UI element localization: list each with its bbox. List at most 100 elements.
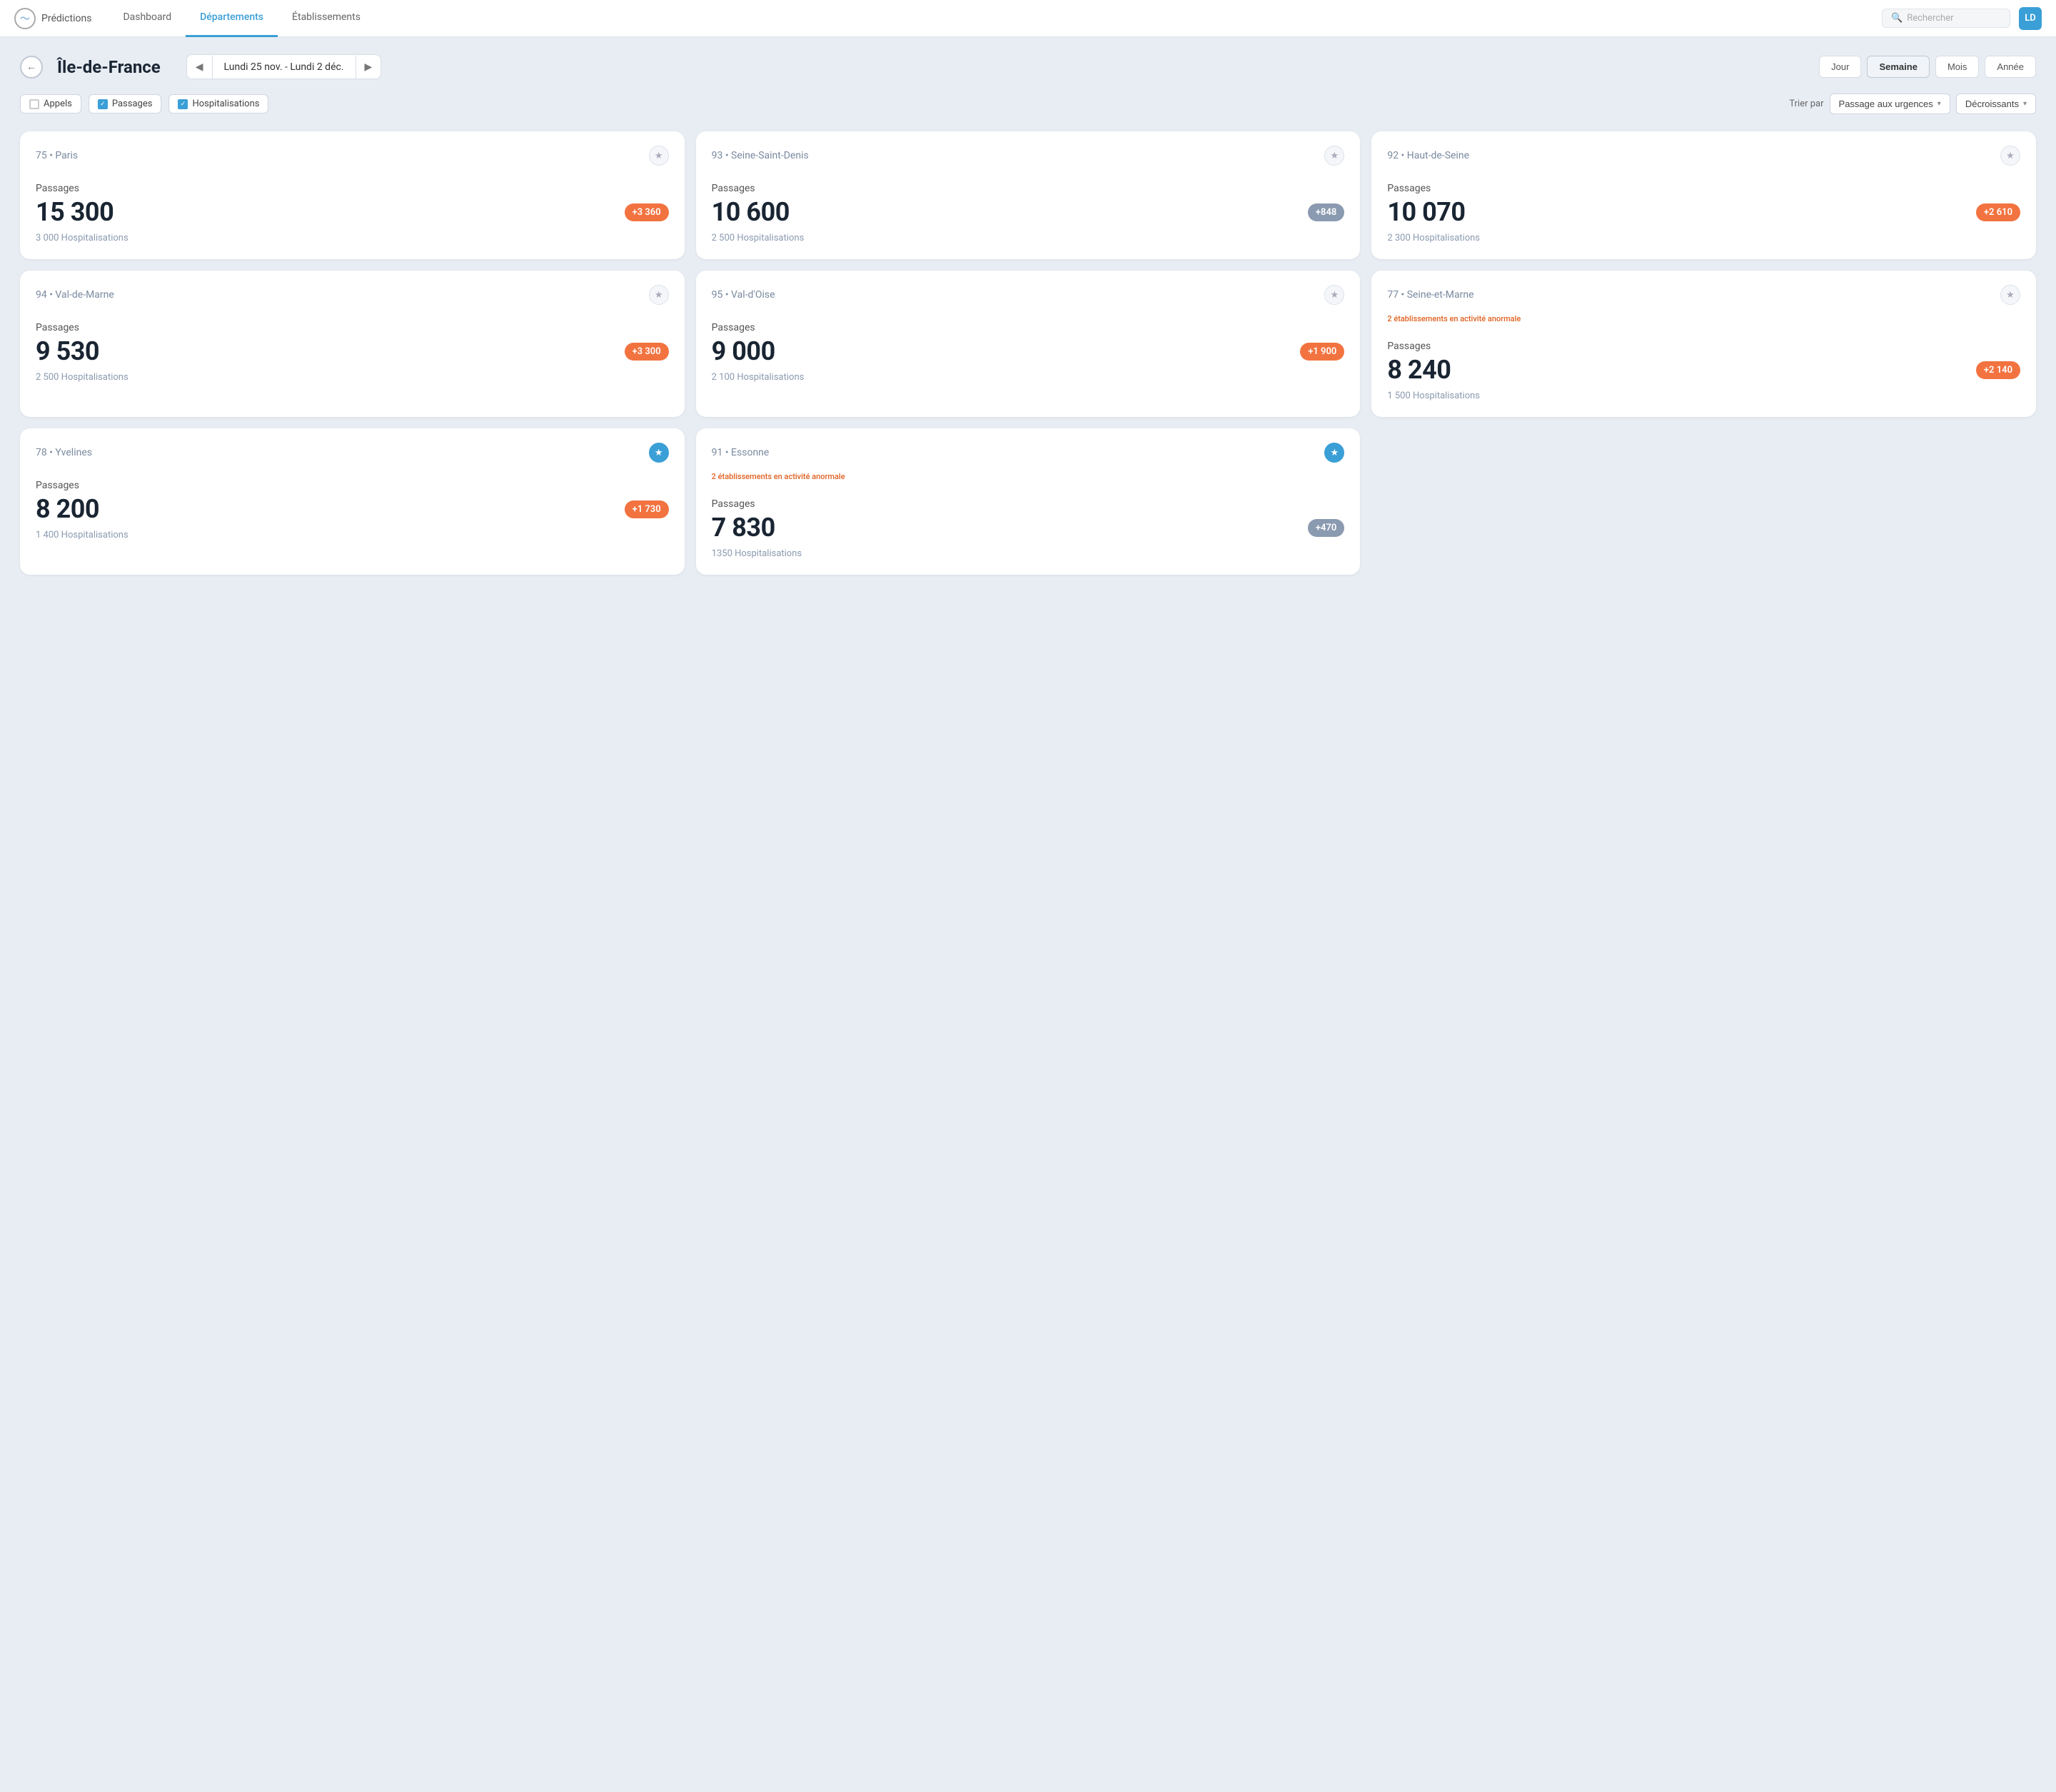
card-header: 94 • Val-de-Marne ★ bbox=[36, 285, 669, 305]
dept-label: 91 • Essonne bbox=[712, 447, 770, 458]
delta-badge: +2 140 bbox=[1976, 361, 2020, 379]
delta-badge: +1 730 bbox=[625, 500, 669, 518]
card-header: 75 • Paris ★ bbox=[36, 146, 669, 166]
date-prev-button[interactable]: ◀ bbox=[187, 55, 212, 79]
card-header: 78 • Yvelines ★ bbox=[36, 443, 669, 463]
metric-label: Passages bbox=[712, 183, 1345, 194]
dept-label: 75 • Paris bbox=[36, 150, 78, 161]
star-button[interactable]: ★ bbox=[1324, 146, 1344, 166]
delta-badge: +1 900 bbox=[1300, 343, 1344, 361]
metric-label: Passages bbox=[712, 322, 1345, 333]
back-button[interactable]: ← bbox=[20, 56, 43, 79]
period-semaine[interactable]: Semaine bbox=[1867, 56, 1929, 78]
filter-hospitalisations[interactable]: ✓ Hospitalisations bbox=[168, 94, 268, 114]
app-name: Prédictions bbox=[41, 13, 91, 24]
search-icon: 🔍 bbox=[1891, 13, 1903, 24]
dept-label: 92 • Haut-de-Seine bbox=[1387, 150, 1469, 161]
period-jour[interactable]: Jour bbox=[1819, 56, 1861, 78]
anomaly-badge: 2 établissements en activité anormale bbox=[1387, 314, 1521, 323]
metric-row: 10 600 +848 bbox=[712, 197, 1345, 227]
metric-label: Passages bbox=[712, 498, 1345, 510]
metric-row: 8 240 +2 140 bbox=[1387, 355, 2020, 385]
star-button[interactable]: ★ bbox=[649, 146, 669, 166]
navbar: 〜 Prédictions Dashboard Départements Éta… bbox=[0, 0, 2056, 37]
period-annee[interactable]: Année bbox=[1985, 56, 2036, 78]
delta-badge: +470 bbox=[1308, 519, 1344, 537]
date-nav: ◀ Lundi 25 nov. - Lundi 2 déc. ▶ bbox=[186, 54, 382, 79]
star-button[interactable]: ★ bbox=[1324, 443, 1344, 463]
filter-appels-label: Appels bbox=[44, 99, 72, 109]
sort-by-button[interactable]: Passage aux urgences bbox=[1830, 94, 1950, 114]
card-sub: 2 500 Hospitalisations bbox=[36, 372, 669, 383]
card-sub: 1 500 Hospitalisations bbox=[1387, 391, 2020, 401]
card-sub: 2 300 Hospitalisations bbox=[1387, 233, 2020, 243]
filter-appels[interactable]: Appels bbox=[20, 94, 81, 114]
checkbox-appels bbox=[29, 99, 39, 109]
date-label: Lundi 25 nov. - Lundi 2 déc. bbox=[212, 56, 356, 79]
star-button[interactable]: ★ bbox=[1324, 285, 1344, 305]
checkbox-hospitalisations: ✓ bbox=[178, 99, 188, 109]
card-sub: 2 500 Hospitalisations bbox=[712, 233, 1345, 243]
card-sub: 2 100 Hospitalisations bbox=[712, 372, 1345, 383]
filter-bar: Appels ✓ Passages ✓ Hospitalisations Tri… bbox=[20, 94, 2036, 114]
dept-card[interactable]: 75 • Paris ★ Passages 15 300 +3 360 3 00… bbox=[20, 131, 685, 259]
card-header: 95 • Val-d'Oise ★ bbox=[712, 285, 1345, 305]
metric-value: 8 240 bbox=[1387, 355, 1451, 385]
dept-card[interactable]: 94 • Val-de-Marne ★ Passages 9 530 +3 30… bbox=[20, 271, 685, 417]
metric-label: Passages bbox=[36, 322, 669, 333]
dept-card[interactable]: 93 • Seine-Saint-Denis ★ Passages 10 600… bbox=[696, 131, 1361, 259]
metric-row: 10 070 +2 610 bbox=[1387, 197, 2020, 227]
metric-value: 8 200 bbox=[36, 494, 99, 524]
nav-departements[interactable]: Départements bbox=[186, 0, 278, 37]
search-box[interactable]: 🔍 Rechercher bbox=[1882, 9, 2010, 28]
card-sub: 1 400 Hospitalisations bbox=[36, 530, 669, 540]
nav-etablissements[interactable]: Établissements bbox=[278, 0, 375, 37]
metric-row: 9 000 +1 900 bbox=[712, 336, 1345, 366]
user-avatar[interactable]: LD bbox=[2019, 7, 2042, 30]
anomaly-badge: 2 établissements en activité anormale bbox=[712, 472, 845, 481]
delta-badge: +2 610 bbox=[1976, 203, 2020, 221]
star-button[interactable]: ★ bbox=[649, 285, 669, 305]
metric-label: Passages bbox=[36, 183, 669, 194]
nav-links: Dashboard Départements Établissements bbox=[109, 0, 1865, 37]
star-button[interactable]: ★ bbox=[2000, 285, 2020, 305]
card-sub: 3 000 Hospitalisations bbox=[36, 233, 669, 243]
app-logo[interactable]: 〜 Prédictions bbox=[14, 8, 91, 29]
metric-value: 15 300 bbox=[36, 197, 114, 227]
cards-grid: 75 • Paris ★ Passages 15 300 +3 360 3 00… bbox=[20, 131, 2036, 575]
filter-hospitalisations-label: Hospitalisations bbox=[192, 99, 259, 109]
date-next-button[interactable]: ▶ bbox=[356, 55, 381, 79]
metric-row: 9 530 +3 300 bbox=[36, 336, 669, 366]
checkbox-passages: ✓ bbox=[98, 99, 108, 109]
sort-label: Trier par bbox=[1789, 99, 1823, 109]
metric-value: 10 600 bbox=[712, 197, 790, 227]
metric-value: 9 530 bbox=[36, 336, 99, 366]
metric-row: 8 200 +1 730 bbox=[36, 494, 669, 524]
metric-label: Passages bbox=[36, 480, 669, 491]
star-button[interactable]: ★ bbox=[649, 443, 669, 463]
period-buttons: Jour Semaine Mois Année bbox=[1819, 56, 2036, 78]
delta-badge: +3 300 bbox=[625, 343, 669, 361]
sort-order-button[interactable]: Décroissants bbox=[1956, 94, 2036, 114]
card-header: 77 • Seine-et-Marne ★ bbox=[1387, 285, 2020, 305]
dept-label: 95 • Val-d'Oise bbox=[712, 289, 775, 301]
card-header: 93 • Seine-Saint-Denis ★ bbox=[712, 146, 1345, 166]
metric-label: Passages bbox=[1387, 183, 2020, 194]
metric-row: 7 830 +470 bbox=[712, 513, 1345, 543]
dept-card[interactable]: 91 • Essonne ★ 2 établissements en activ… bbox=[696, 428, 1361, 575]
page-title: Île-de-France bbox=[57, 57, 161, 77]
top-bar: ← Île-de-France ◀ Lundi 25 nov. - Lundi … bbox=[20, 54, 2036, 79]
dept-card[interactable]: 92 • Haut-de-Seine ★ Passages 10 070 +2 … bbox=[1371, 131, 2036, 259]
dept-card[interactable]: 77 • Seine-et-Marne ★ 2 établissements e… bbox=[1371, 271, 2036, 417]
dept-card[interactable]: 78 • Yvelines ★ Passages 8 200 +1 730 1 … bbox=[20, 428, 685, 575]
nav-dashboard[interactable]: Dashboard bbox=[109, 0, 186, 37]
period-mois[interactable]: Mois bbox=[1935, 56, 1979, 78]
logo-icon: 〜 bbox=[14, 8, 36, 29]
search-placeholder: Rechercher bbox=[1907, 13, 1953, 24]
dept-card[interactable]: 95 • Val-d'Oise ★ Passages 9 000 +1 900 … bbox=[696, 271, 1361, 417]
dept-label: 77 • Seine-et-Marne bbox=[1387, 289, 1473, 301]
metric-value: 9 000 bbox=[712, 336, 775, 366]
star-button[interactable]: ★ bbox=[2000, 146, 2020, 166]
filter-passages[interactable]: ✓ Passages bbox=[89, 94, 162, 114]
card-sub: 1350 Hospitalisations bbox=[712, 548, 1345, 559]
